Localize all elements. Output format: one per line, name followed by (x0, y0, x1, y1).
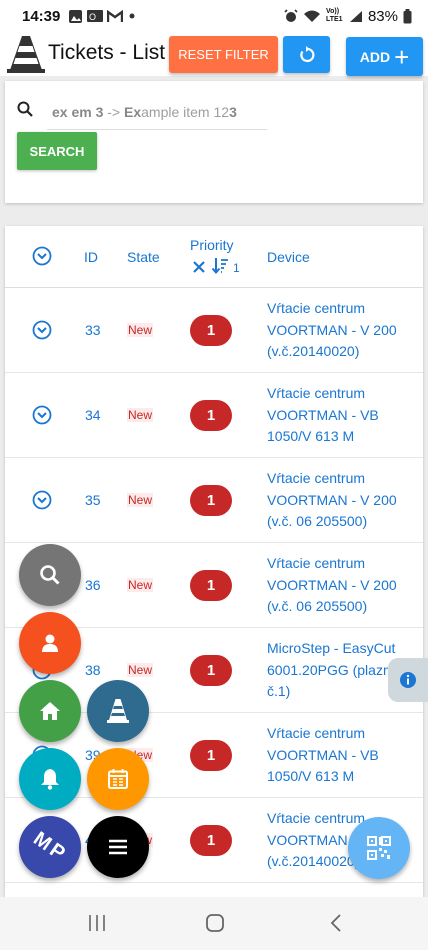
mp-fab[interactable]: MP (19, 816, 81, 878)
home-nav-icon[interactable] (205, 913, 225, 933)
recent-apps-icon[interactable] (88, 914, 106, 932)
plus-icon: + (394, 41, 410, 72)
device-link[interactable]: Vŕtacie centrum VOORTMAN - VB 1050/V 613… (267, 723, 417, 788)
search-fab[interactable] (19, 544, 81, 606)
menu-icon (109, 839, 127, 855)
qr-code-icon (367, 836, 391, 860)
search-icon (17, 101, 33, 117)
priority-badge: 1 (190, 825, 232, 856)
wifi-icon (303, 10, 320, 22)
ticket-id[interactable]: 35 (85, 492, 101, 508)
traffic-cone-icon (107, 699, 129, 723)
column-header-priority[interactable]: Priority (190, 237, 234, 253)
battery-percent: 83% (367, 7, 398, 25)
calendar-icon (108, 769, 128, 789)
ticket-state: New (127, 578, 154, 592)
dot-icon (129, 13, 135, 19)
back-icon[interactable] (329, 914, 343, 932)
device-link[interactable]: Vŕtacie centrum VOORTMAN - V 200 (v.č.20… (267, 298, 417, 363)
qr-scan-fab[interactable] (348, 817, 410, 879)
search-input[interactable]: ex em 3 -> Ex ample item 12 3 (47, 94, 267, 130)
status-time: 14:39 (22, 7, 61, 25)
table-header: ID State Priority 1 Device (5, 226, 423, 288)
outlook-icon: O (87, 10, 104, 22)
traffic-cone-logo (7, 36, 45, 73)
svg-text:O: O (89, 12, 96, 22)
ticket-state: New (127, 323, 154, 337)
sort-descending-icon[interactable] (211, 257, 229, 275)
battery-icon (403, 8, 412, 23)
person-icon (42, 634, 58, 652)
gmail-icon (107, 9, 124, 22)
user-fab[interactable] (19, 612, 81, 674)
device-link[interactable]: Vŕtacie centrum VOORTMAN - V 200 (v.č. 0… (267, 468, 417, 533)
column-header-device[interactable]: Device (267, 249, 310, 265)
bell-icon (41, 769, 59, 790)
search-card: ex em 3 -> Ex ample item 12 3 SEARCH (5, 81, 423, 203)
expand-all-icon[interactable] (32, 246, 52, 266)
add-button[interactable]: ADD + (346, 37, 423, 76)
network-label: Vo)) LTE1 (325, 8, 343, 23)
column-header-state[interactable]: State (127, 249, 160, 265)
priority-sort-index: 1 (233, 261, 240, 275)
calendar-fab[interactable] (87, 748, 149, 810)
device-link[interactable]: Vŕtacie centrum VOORTMAN - VB 1050/V 613… (267, 383, 417, 448)
system-nav-bar (0, 897, 428, 950)
priority-badge: 1 (190, 400, 232, 431)
refresh-icon (299, 45, 314, 62)
table-row[interactable]: 34 New 1 Vŕtacie centrum VOORTMAN - VB 1050… (5, 373, 423, 458)
priority-badge: 1 (190, 655, 232, 686)
expand-row-icon[interactable] (32, 320, 52, 340)
clear-sort-icon[interactable] (192, 260, 206, 274)
alarm-icon (284, 9, 298, 22)
ticket-state: New (127, 408, 154, 422)
reset-filter-button[interactable]: RESET FILTER (169, 36, 278, 73)
page-title: Tickets - List (48, 41, 166, 64)
home-fab[interactable] (19, 680, 81, 742)
priority-badge: 1 (190, 570, 232, 601)
gallery-icon (69, 9, 83, 23)
search-button[interactable]: SEARCH (17, 132, 97, 170)
search-icon (40, 565, 60, 585)
column-header-id[interactable]: ID (84, 249, 98, 265)
ticket-state: New (127, 663, 154, 677)
refresh-button[interactable] (283, 36, 330, 73)
ticket-id[interactable]: 33 (85, 322, 101, 338)
priority-badge: 1 (190, 740, 232, 771)
mp-label: MP (29, 827, 72, 866)
signal-icon (349, 10, 362, 22)
table-row[interactable]: 33 New 1 Vŕtacie centrum VOORTMAN - V 200 (… (5, 288, 423, 373)
ticket-id[interactable]: 34 (85, 407, 101, 423)
menu-fab[interactable] (87, 816, 149, 878)
add-label: ADD (359, 48, 391, 65)
ticket-id[interactable]: 38 (85, 662, 101, 678)
ticket-id[interactable]: 36 (85, 577, 101, 593)
tickets-fab[interactable] (87, 680, 149, 742)
expand-row-icon[interactable] (32, 490, 52, 510)
expand-row-icon[interactable] (32, 405, 52, 425)
ticket-state: New (127, 493, 154, 507)
priority-badge: 1 (190, 315, 232, 346)
notifications-fab[interactable] (19, 748, 81, 810)
info-icon (400, 672, 416, 688)
priority-badge: 1 (190, 485, 232, 516)
status-bar: 14:39 O Vo)) LTE1 83% (0, 0, 428, 32)
table-row[interactable]: 35 New 1 Vŕtacie centrum VOORTMAN - V 200 (… (5, 458, 423, 543)
device-link[interactable]: Vŕtacie centrum VOORTMAN - V 200 (v.č. 0… (267, 553, 417, 618)
info-tab[interactable] (388, 658, 428, 702)
home-icon (40, 702, 60, 720)
